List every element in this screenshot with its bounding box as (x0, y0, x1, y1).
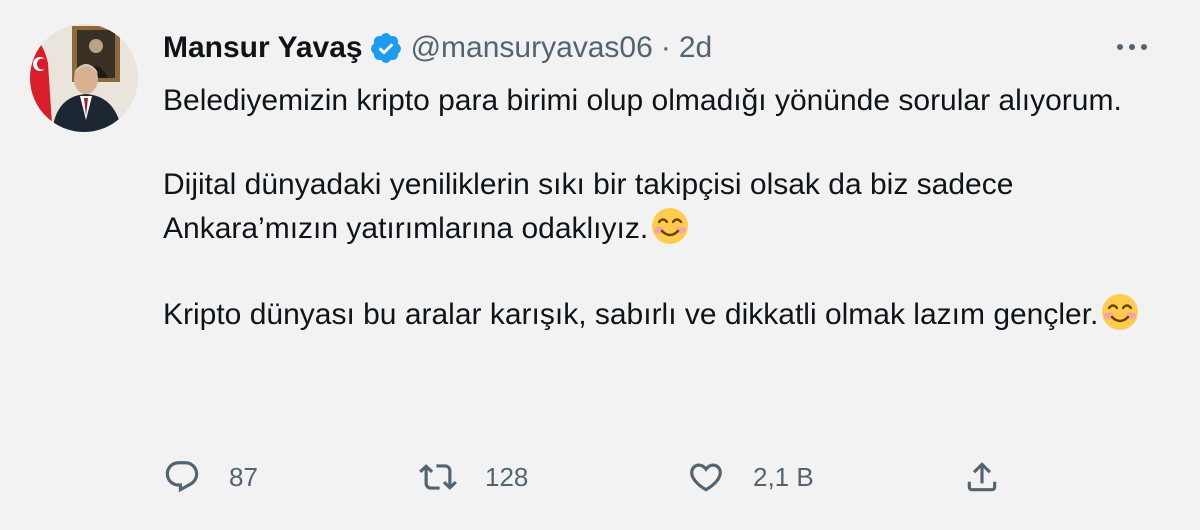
heart-icon (690, 463, 722, 492)
reply-count: 87 (229, 461, 258, 492)
more-options-button[interactable] (1112, 32, 1152, 62)
tweet-actions-bar: 87 128 2,1 B (163, 455, 1033, 499)
tweet-paragraph-2: Dijital dünyadaki yeniliklerin sıkı bir … (163, 164, 1153, 250)
author-handle[interactable]: @mansuryavas06 (411, 31, 653, 65)
author-display-name[interactable]: Mansur Yavaş (163, 31, 363, 65)
retweet-button[interactable]: 128 (419, 455, 528, 499)
separator-dot: · (660, 31, 671, 64)
smiling-face-emoji-icon (1102, 294, 1139, 330)
more-horizontal-icon (1117, 44, 1147, 50)
like-count: 2,1 B (753, 461, 814, 492)
tweet-paragraph-3: Kripto dünyası bu aralar karışık, sabırl… (163, 292, 1153, 336)
share-upload-icon (967, 462, 997, 492)
tweet-header: Mansur Yavaş @mansuryavas06 · 2d (163, 28, 712, 68)
verified-badge-icon (369, 31, 403, 65)
retweet-count: 128 (485, 461, 529, 492)
reply-bubble-icon (165, 461, 199, 493)
tweet-timestamp[interactable]: 2d (679, 31, 712, 65)
reply-button[interactable]: 87 (163, 455, 258, 499)
like-button[interactable]: 2,1 B (687, 455, 814, 499)
tweet-paragraph-3-text: Kripto dünyası bu aralar karışık, sabırl… (163, 298, 1099, 331)
avatar[interactable] (30, 24, 138, 132)
tweet-paragraph-2-text: Dijital dünyadaki yeniliklerin sıkı bir … (163, 168, 1014, 245)
smiling-face-emoji-icon (652, 208, 689, 244)
tweet-card: Mansur Yavaş @mansuryavas06 · 2d Belediy… (0, 0, 1200, 530)
avatar-photo (30, 24, 138, 132)
retweet-arrows-icon (419, 464, 457, 490)
tweet-paragraph-1: Belediyemizin kripto para birimi olup ol… (163, 84, 1122, 117)
share-button[interactable] (963, 455, 1001, 499)
tweet-text: Belediyemizin kripto para birimi olup ol… (163, 80, 1153, 336)
